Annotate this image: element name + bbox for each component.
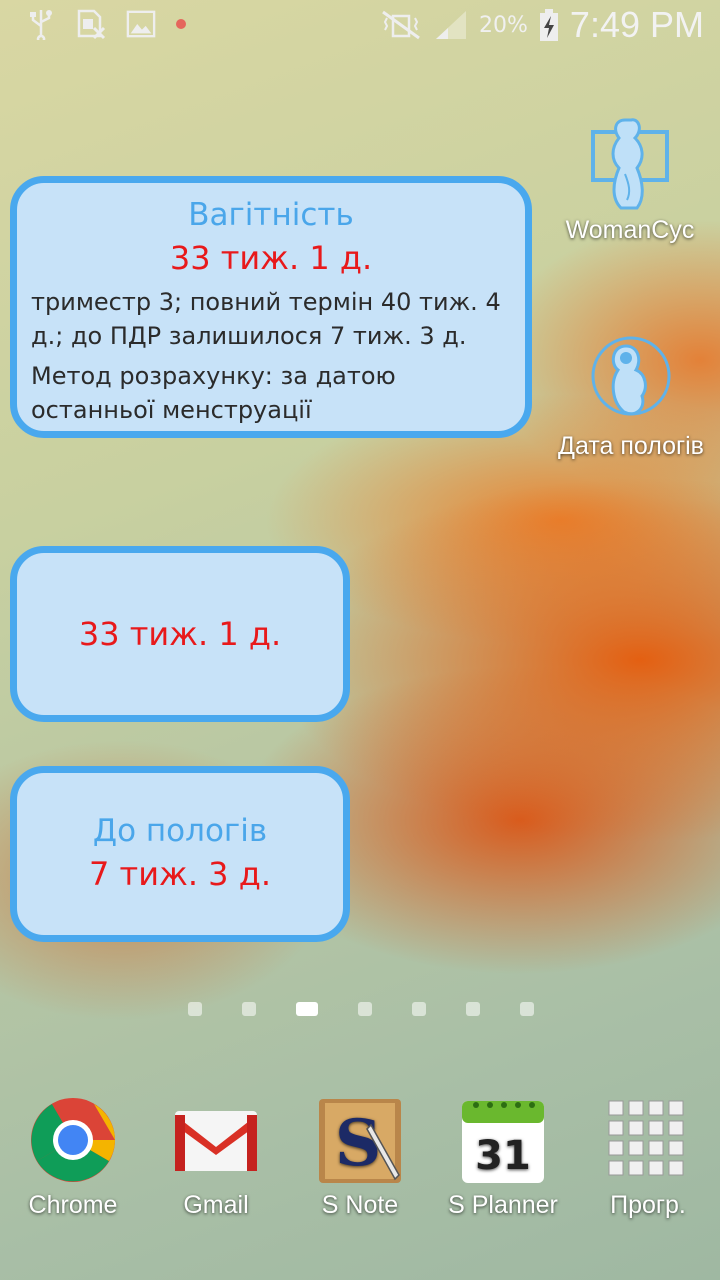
page-dot[interactable]	[358, 1002, 372, 1016]
until-birth-value: 7 тиж. 3 д.	[89, 855, 271, 893]
pregnancy-widget[interactable]: Вагітність 33 тиж. 1 д. триместр 3; повн…	[10, 176, 532, 438]
page-dot[interactable]	[520, 1002, 534, 1016]
app-label: WomanCyc	[565, 216, 695, 244]
app-due-date[interactable]: Дата пологів	[548, 330, 714, 461]
battery-charging-icon	[538, 9, 560, 41]
gmail-icon	[171, 1095, 261, 1185]
apps-grid-icon	[603, 1095, 693, 1185]
clock: 7:49 PM	[569, 4, 704, 45]
dock-splanner[interactable]: 31 S Planner	[438, 1095, 568, 1220]
pregnancy-details: триместр 3; повний термін 40 тиж. 4 д.; …	[31, 288, 501, 350]
snote-icon: S	[315, 1095, 405, 1185]
notification-dot-icon	[176, 19, 186, 29]
woman-silhouette-icon	[585, 114, 675, 214]
dock-label: S Planner	[448, 1191, 558, 1219]
widget-title: Вагітність	[188, 197, 354, 233]
dock-gmail[interactable]: Gmail	[151, 1095, 281, 1220]
page-dot[interactable]	[188, 1002, 202, 1016]
battery-percent: 20%	[479, 12, 528, 38]
weeks-value: 33 тиж. 1 д.	[78, 615, 282, 653]
dock: Chrome Gmail S S Note 31 S Planner Прогр…	[0, 1095, 720, 1245]
dock-label: Gmail	[183, 1191, 249, 1219]
dock-chrome[interactable]: Chrome	[8, 1095, 138, 1220]
signal-icon	[433, 9, 469, 41]
dock-label: S Note	[321, 1191, 399, 1219]
widget-title: До пологів	[92, 813, 268, 849]
page-dot[interactable]	[466, 1002, 480, 1016]
vibrate-mute-icon	[379, 9, 423, 41]
sim-off-icon	[76, 8, 106, 40]
gallery-icon	[126, 8, 156, 40]
app-label: Дата пологів	[558, 432, 704, 460]
chrome-icon	[28, 1095, 118, 1185]
dock-snote[interactable]: S S Note	[295, 1095, 425, 1220]
dock-label: Chrome	[28, 1191, 118, 1219]
page-dot[interactable]	[242, 1002, 256, 1016]
until-birth-widget[interactable]: До пологів 7 тиж. 3 д.	[10, 766, 350, 942]
weeks-widget[interactable]: 33 тиж. 1 д.	[10, 546, 350, 722]
dock-apps[interactable]: Прогр.	[583, 1095, 713, 1220]
status-bar: 20% 7:49 PM	[0, 0, 720, 50]
calendar-icon: 31	[458, 1095, 548, 1185]
usb-icon	[26, 8, 56, 40]
calendar-day: 31	[475, 1133, 531, 1179]
pregnancy-weeks: 33 тиж. 1 д.	[169, 239, 373, 277]
page-dot[interactable]	[412, 1002, 426, 1016]
fetus-icon	[586, 330, 676, 426]
calculation-method: Метод розрахунку: за датою останньої мен…	[31, 362, 396, 424]
page-indicator	[188, 1002, 534, 1016]
app-womancyc[interactable]: WomanCyc	[560, 114, 700, 245]
dock-label: Прогр.	[610, 1191, 686, 1219]
page-dot-active[interactable]	[296, 1002, 318, 1016]
